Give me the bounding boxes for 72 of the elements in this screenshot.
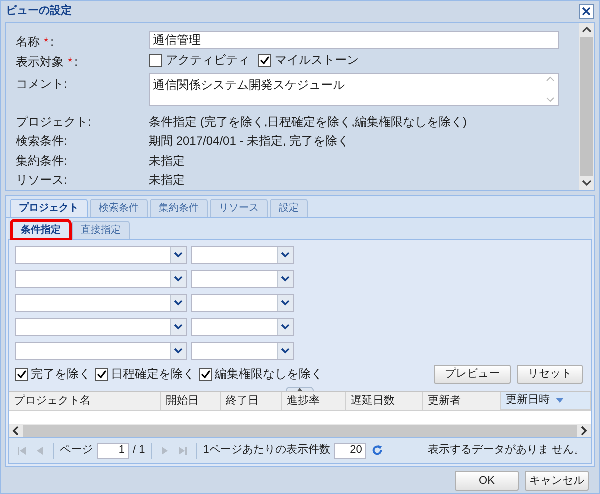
checkbox-label[interactable]: 完了を除く (31, 365, 91, 383)
field-value: 期間 2017/04/01 - 未指定, 完了を除く (149, 133, 350, 150)
field-label: リソース: (16, 172, 68, 187)
checkbox[interactable] (95, 368, 108, 380)
action-button[interactable]: リセット (517, 364, 583, 384)
scroll-down-icon (582, 180, 592, 187)
tab[interactable]: 直接指定 (72, 221, 130, 239)
page-total: / 1 (133, 443, 146, 458)
page-label: ページ (60, 443, 93, 458)
empty-message: 表示するデータがありま せん。 (428, 443, 585, 458)
checkbox[interactable] (199, 368, 212, 380)
checkbox-label[interactable]: アクティビティ (166, 51, 250, 70)
action-button[interactable]: プレビュー (434, 364, 511, 384)
column-header[interactable]: プロジェクト名 (9, 392, 161, 410)
tab[interactable]: リソース (210, 199, 268, 217)
required-mark: * (68, 54, 73, 72)
label-colon: : (74, 54, 78, 72)
dropdown[interactable] (191, 318, 294, 336)
comment-field[interactable]: 通信関係システム開発スケジュール (149, 73, 559, 106)
scroll-down-icon[interactable] (546, 97, 555, 104)
column-header[interactable]: 更新日時 (501, 392, 591, 410)
field-label: 表示対象 (16, 54, 64, 72)
dialog-button[interactable]: キャンセル (525, 471, 589, 491)
column-header[interactable]: 開始日 (161, 392, 221, 410)
refresh-icon[interactable] (372, 445, 384, 456)
column-header[interactable]: 遅延日数 (346, 392, 423, 410)
field-label: 名称 (16, 34, 40, 51)
field-value: 未指定 (149, 172, 185, 189)
dropdown[interactable] (191, 246, 294, 264)
column-header[interactable]: 進捗率 (282, 392, 346, 410)
page-field[interactable]: 1 (97, 442, 129, 458)
field-value: 未指定 (149, 152, 185, 170)
dropdown[interactable] (15, 270, 187, 288)
scroll-up-icon[interactable] (546, 76, 555, 82)
checkbox[interactable] (15, 368, 28, 380)
scroll-thumb[interactable] (580, 37, 593, 176)
window-title: ビューの設定 (6, 4, 72, 20)
scrollbar[interactable] (579, 23, 594, 190)
dropdown[interactable] (15, 246, 187, 264)
column-header[interactable]: 終了日 (221, 392, 282, 410)
dropdown[interactable] (15, 342, 187, 360)
first-page-icon[interactable] (15, 446, 29, 456)
field-label: 検索条件: (16, 134, 68, 148)
dropdown[interactable] (191, 342, 294, 360)
checkbox[interactable] (149, 54, 162, 67)
close-icon (582, 7, 591, 16)
dropdown[interactable] (191, 294, 294, 312)
field-label: 集約条件: (16, 154, 68, 168)
tab[interactable]: 検索条件 (90, 199, 148, 217)
field-value: 条件指定 (完了を除く,日程確定を除く,編集権限なしを除く) (149, 114, 467, 132)
name-field[interactable]: 通信管理 (149, 31, 559, 49)
sort-icon (556, 398, 564, 403)
required-mark: * (44, 34, 49, 51)
page-size-field[interactable]: 20 (334, 442, 366, 458)
tab[interactable]: 設定 (270, 199, 308, 217)
tab[interactable]: 集約条件 (150, 199, 208, 217)
checkbox-label[interactable]: マイルストーン (275, 51, 359, 70)
checkbox-label[interactable]: 日程確定を除く (111, 365, 195, 383)
dialog-button[interactable]: OK (455, 471, 519, 491)
page-size-label: 1ページあたりの表示件数 (203, 443, 330, 458)
close-button[interactable] (579, 4, 594, 19)
tab[interactable]: 条件指定 (12, 221, 70, 239)
dropdown[interactable] (15, 294, 187, 312)
tab[interactable]: プロジェクト (10, 199, 88, 217)
checkbox-label[interactable]: 編集権限なしを除く (215, 365, 323, 383)
scroll-up-icon (582, 26, 592, 33)
dropdown[interactable] (15, 318, 187, 336)
label-colon: : (50, 34, 54, 51)
field-label: コメント: (16, 77, 68, 92)
dropdown[interactable] (191, 270, 294, 288)
checkbox[interactable] (258, 54, 271, 67)
field-label: プロジェクト: (16, 115, 92, 130)
